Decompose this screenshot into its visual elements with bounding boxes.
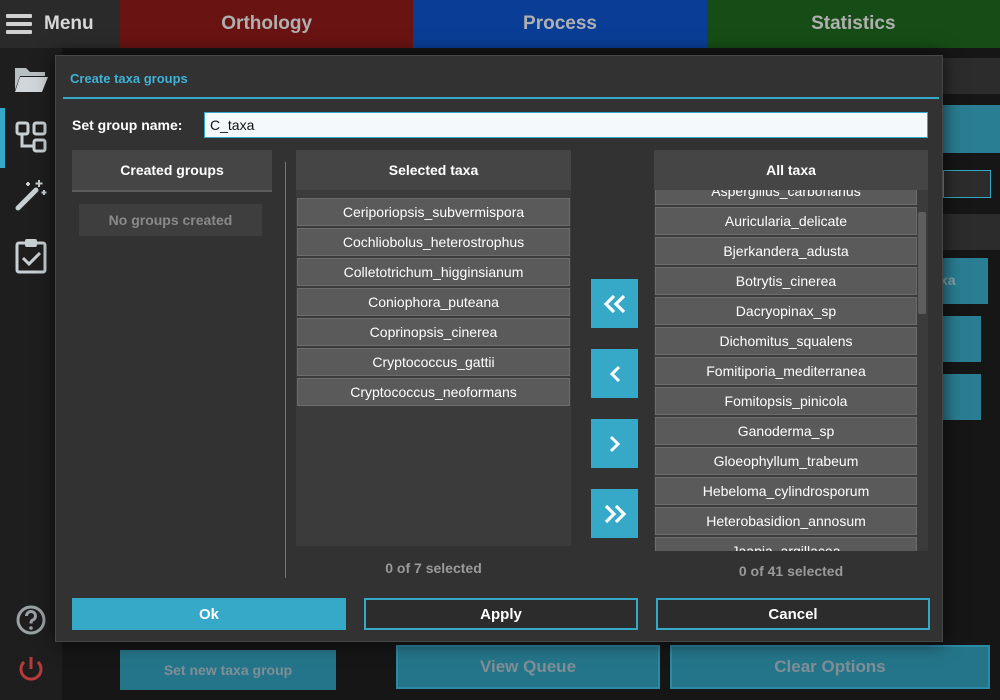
- main-tabs: Orthology Process Statistics: [120, 0, 1000, 48]
- tab-orthology[interactable]: Orthology: [120, 0, 414, 48]
- no-groups-placeholder: No groups created: [79, 204, 262, 236]
- list-item[interactable]: Colletotrichum_higginsianum: [297, 258, 570, 286]
- view-queue-button[interactable]: View Queue: [396, 645, 660, 689]
- bg-panel: [943, 58, 1000, 94]
- list-item[interactable]: Botrytis_cinerea: [655, 267, 917, 295]
- bg-input: [943, 170, 991, 198]
- bg-button: [943, 316, 981, 362]
- dialog-title: Create taxa groups: [70, 71, 188, 86]
- list-item[interactable]: Aspergillus_carbonarius: [655, 190, 917, 205]
- set-new-taxa-group-button[interactable]: Set new taxa group: [120, 650, 336, 690]
- chevron-right-icon: [609, 435, 620, 452]
- group-name-input[interactable]: [204, 112, 928, 138]
- list-item[interactable]: Auricularia_delicate: [655, 207, 917, 235]
- list-item[interactable]: Fomitiporia_mediterranea: [655, 357, 917, 385]
- all-count: 0 of 41 selected: [738, 563, 844, 579]
- apply-button[interactable]: Apply: [364, 598, 638, 630]
- power-icon[interactable]: [12, 650, 50, 688]
- list-item[interactable]: Coniophora_puteana: [297, 288, 570, 316]
- create-taxa-groups-dialog: Create taxa groups Set group name: Creat…: [55, 55, 943, 642]
- list-item[interactable]: Ganoderma_sp: [655, 417, 917, 445]
- clipboard-check-icon[interactable]: [12, 236, 50, 274]
- remove-all-button[interactable]: [591, 279, 638, 328]
- ok-button[interactable]: Ok: [72, 598, 346, 630]
- list-item[interactable]: Bjerkandera_adusta: [655, 237, 917, 265]
- list-item[interactable]: Cryptococcus_gattii: [297, 348, 570, 376]
- created-groups-header: Created groups: [72, 150, 272, 190]
- selected-taxa-header: Selected taxa: [296, 150, 571, 190]
- list-item[interactable]: Dacryopinax_sp: [655, 297, 917, 325]
- clear-options-button[interactable]: Clear Options: [670, 645, 990, 689]
- list-item[interactable]: Coprinopsis_cinerea: [297, 318, 570, 346]
- list-item[interactable]: Fomitopsis_pinicola: [655, 387, 917, 415]
- list-item[interactable]: Gloeophyllum_trabeum: [655, 447, 917, 475]
- list-item[interactable]: Jaapia_argillacea: [655, 537, 917, 551]
- double-chevron-left-icon: [603, 294, 625, 313]
- remove-selected-button[interactable]: [591, 349, 638, 398]
- menu-header[interactable]: Menu: [0, 0, 120, 48]
- tab-statistics[interactable]: Statistics: [706, 0, 1000, 48]
- hamburger-icon[interactable]: [6, 14, 32, 34]
- tab-process[interactable]: Process: [413, 0, 707, 48]
- bg-button: [943, 105, 1000, 153]
- selected-taxa-list[interactable]: Ceriporiopsis_subvermispora Cochliobolus…: [296, 190, 571, 546]
- title-divider: [63, 97, 939, 99]
- sidebar: [0, 0, 62, 700]
- list-item[interactable]: Heterobasidion_annosum: [655, 507, 917, 535]
- chevron-left-icon: [609, 365, 620, 382]
- header-divider: [72, 190, 272, 192]
- list-item[interactable]: Ceriporiopsis_subvermispora: [297, 198, 570, 226]
- group-name-label: Set group name:: [72, 117, 183, 133]
- list-item[interactable]: Hebeloma_cylindrosporum: [655, 477, 917, 505]
- double-chevron-right-icon: [604, 504, 626, 523]
- list-item[interactable]: Dichomitus_squalens: [655, 327, 917, 355]
- selected-count: 0 of 7 selected: [385, 560, 482, 576]
- add-selected-button[interactable]: [591, 419, 638, 468]
- bg-button: [943, 374, 981, 420]
- menu-label: Menu: [44, 13, 94, 34]
- cancel-button[interactable]: Cancel: [656, 598, 930, 630]
- add-all-button[interactable]: [591, 489, 638, 538]
- process-icon[interactable]: [12, 118, 50, 156]
- all-taxa-scrollbar[interactable]: [918, 212, 926, 314]
- folder-icon[interactable]: [12, 60, 50, 98]
- all-taxa-header: All taxa: [654, 150, 928, 190]
- magic-wand-icon[interactable]: [12, 176, 50, 214]
- list-item[interactable]: Cochliobolus_heterostrophus: [297, 228, 570, 256]
- panel-divider: [285, 162, 286, 578]
- bg-panel: [943, 214, 1000, 250]
- list-item[interactable]: Cryptococcus_neoformans: [297, 378, 570, 406]
- help-icon[interactable]: [12, 600, 50, 638]
- all-taxa-list[interactable]: Aspergillus_carbonarius Auricularia_deli…: [654, 190, 928, 551]
- active-indicator: [0, 108, 5, 168]
